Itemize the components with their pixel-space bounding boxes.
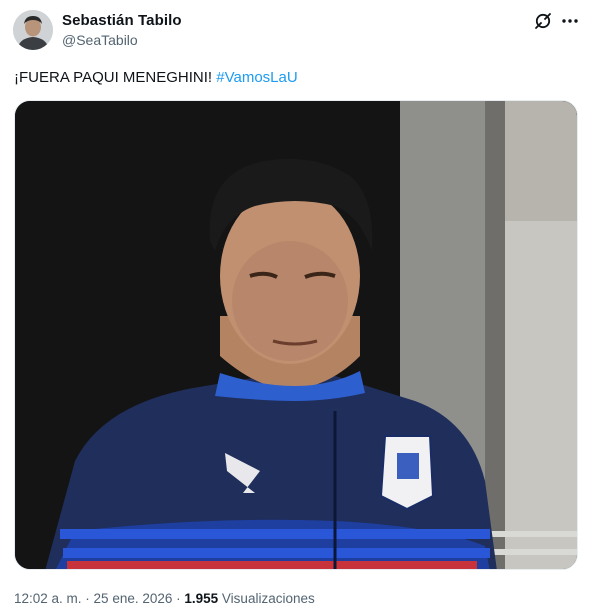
avatar-image [13,10,53,50]
views-label: Visualizaciones [218,591,315,606]
meta-separator: · [81,591,94,606]
grok-icon[interactable] [533,11,553,31]
author-name[interactable]: Sebastián Tabilo [62,12,182,29]
more-icon[interactable] [560,11,580,31]
views-count: 1.955 [184,591,219,606]
tweet-photo[interactable] [14,100,578,570]
tweet-meta: 12:02 a. m. · 25 ene. 2026 · 1.955 Visua… [14,591,315,606]
avatar[interactable] [13,10,53,50]
tweet-time[interactable]: 12:02 a. m. [14,591,82,606]
tweet-date[interactable]: 25 ene. 2026 [94,591,173,606]
tweet: Sebastián Tabilo @SeaTabilo ¡FUERA PAQUI… [0,0,591,615]
tweet-body: ¡FUERA PAQUI MENEGHINI! [14,69,217,86]
meta-separator: · [172,591,185,606]
hashtag-link[interactable]: #VamosLaU [216,69,297,86]
photo-image [15,101,577,569]
author-handle[interactable]: @SeaTabilo [62,32,138,48]
tweet-text: ¡FUERA PAQUI MENEGHINI! #VamosLaU [14,69,298,86]
